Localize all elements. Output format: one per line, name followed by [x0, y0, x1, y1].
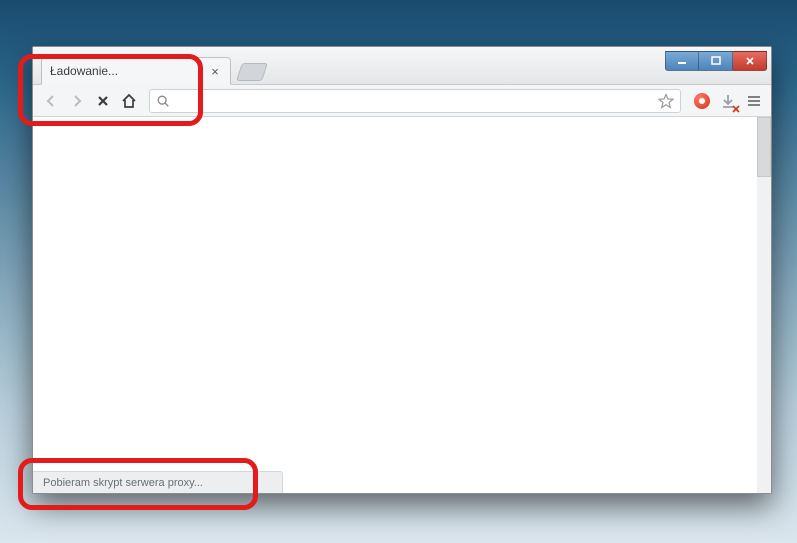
stop-button[interactable]: [91, 89, 115, 113]
maximize-icon: [711, 56, 721, 66]
home-button[interactable]: [117, 89, 141, 113]
status-text: Pobieram skrypt serwera proxy...: [43, 477, 203, 489]
stop-icon: [95, 93, 111, 109]
minimize-button[interactable]: [665, 51, 699, 71]
back-icon: [43, 93, 59, 109]
status-bar: Pobieram skrypt serwera proxy...: [33, 471, 283, 493]
adblock-icon: [694, 93, 710, 109]
window-controls: [665, 51, 767, 71]
hamburger-icon: [746, 93, 762, 109]
browser-window: Ładowanie... ×: [32, 46, 772, 494]
close-icon[interactable]: ×: [208, 64, 222, 78]
star-icon[interactable]: [658, 93, 674, 109]
tab-active[interactable]: Ładowanie... ×: [41, 57, 231, 85]
minimize-icon: [677, 56, 687, 66]
titlebar[interactable]: Ładowanie... ×: [33, 47, 771, 85]
window-close-icon: [745, 56, 755, 66]
window-close-button[interactable]: [733, 51, 767, 71]
maximize-button[interactable]: [699, 51, 733, 71]
forward-button[interactable]: [65, 89, 89, 113]
back-button[interactable]: [39, 89, 63, 113]
scrollbar-thumb[interactable]: [757, 117, 771, 177]
page-content: Pobieram skrypt serwera proxy...: [33, 117, 771, 493]
toolbar: [33, 85, 771, 117]
download-error-badge-icon: [732, 105, 740, 113]
home-icon: [121, 93, 137, 109]
downloads-button[interactable]: [717, 90, 739, 112]
menu-button[interactable]: [743, 90, 765, 112]
forward-icon: [69, 93, 85, 109]
tab-title: Ładowanie...: [50, 64, 118, 78]
omnibox[interactable]: [149, 89, 681, 113]
tab-strip: Ładowanie... ×: [41, 57, 265, 85]
search-icon: [156, 94, 170, 108]
adblock-button[interactable]: [691, 90, 713, 112]
new-tab-button[interactable]: [236, 63, 268, 81]
